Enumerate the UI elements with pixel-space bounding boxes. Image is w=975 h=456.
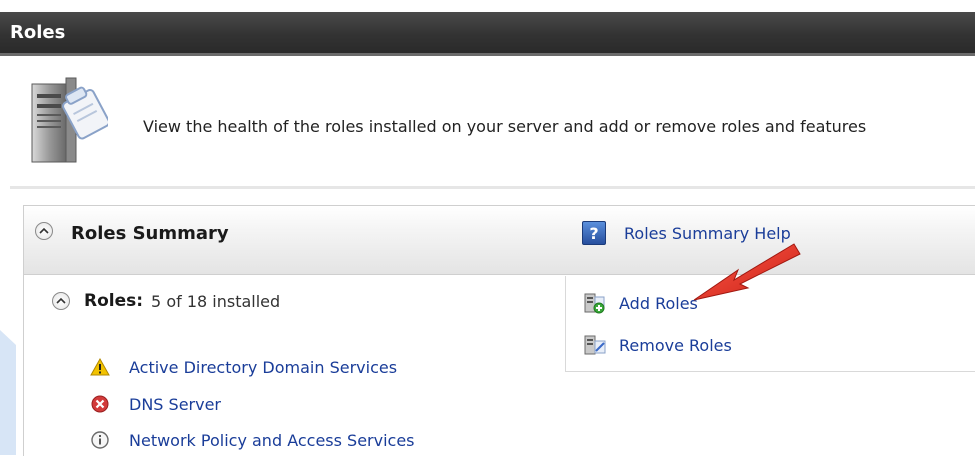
description-text: View the health of the roles installed o… — [143, 117, 867, 136]
chevron-up-icon — [39, 227, 49, 234]
page-title: Roles — [10, 22, 66, 43]
add-roles-link[interactable]: Add Roles — [583, 291, 698, 315]
top-strip — [0, 0, 975, 12]
info-icon — [90, 430, 110, 450]
roles-summary-header: Roles Summary ? Roles Summary Help — [24, 206, 975, 275]
error-icon — [90, 394, 110, 414]
remove-roles-icon — [584, 335, 606, 355]
red-arrow-annotation — [693, 243, 801, 301]
add-roles-label: Add Roles — [619, 293, 698, 313]
role-name: Network Policy and Access Services — [129, 430, 415, 450]
roles-count: 5 of 18 installed — [151, 291, 281, 311]
roles-summary-title: Roles Summary — [71, 223, 229, 244]
roles-label: Roles: — [84, 291, 144, 311]
role-name: Active Directory Domain Services — [129, 357, 398, 377]
server-icon — [28, 72, 111, 176]
add-roles-icon — [584, 293, 605, 314]
description-area: View the health of the roles installed o… — [10, 62, 975, 189]
help-icon: ? — [582, 221, 606, 245]
remove-roles-link[interactable]: Remove Roles — [583, 333, 732, 357]
collapse-summary-button[interactable] — [35, 222, 53, 240]
roles-summary-panel: Roles Summary ? Roles Summary Help Roles… — [23, 205, 975, 456]
remove-roles-label: Remove Roles — [619, 335, 732, 355]
collapse-roles-button[interactable] — [52, 292, 70, 310]
role-item-active-directory[interactable]: Active Directory Domain Services — [90, 357, 397, 377]
warning-icon — [90, 357, 110, 377]
role-item-network-policy[interactable]: Network Policy and Access Services — [90, 430, 415, 450]
roles-section-header: Roles: 5 of 18 installed — [52, 291, 280, 311]
chevron-up-icon — [56, 297, 66, 304]
role-name: DNS Server — [129, 394, 221, 414]
role-item-dns-server[interactable]: DNS Server — [90, 394, 221, 414]
page-header: Roles — [0, 12, 975, 56]
